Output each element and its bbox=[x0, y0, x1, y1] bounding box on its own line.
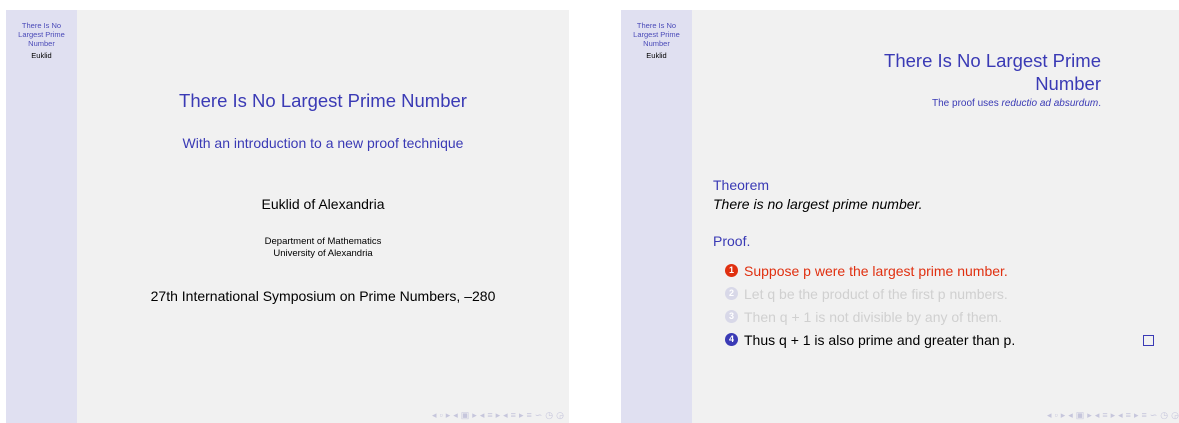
nav-symbol[interactable]: ◂ bbox=[1068, 410, 1074, 420]
proof-step: 4 Thus q + 1 is also prime and greater t… bbox=[725, 328, 1015, 351]
sidebar-author[interactable]: Euklid bbox=[6, 51, 77, 60]
nav-symbol[interactable]: ▣ bbox=[1076, 410, 1086, 420]
nav-symbol[interactable]: ▸ bbox=[496, 410, 502, 420]
navigation-symbols: ◂ ▫ ▸ ◂ ▣ ▸ ◂ ≡ ▸ ◂ ≡ ▸ ≡ ∽ ◷ ◶ bbox=[430, 410, 565, 421]
theorem-label: Theorem bbox=[713, 177, 770, 193]
nav-symbol[interactable]: ◂ bbox=[432, 410, 438, 420]
proof-step: 1 Suppose p were the largest prime numbe… bbox=[725, 259, 1015, 282]
sidebar-title[interactable]: There Is No Largest Prime Number bbox=[621, 21, 692, 48]
step-text: Let q be the product of the first p numb… bbox=[744, 285, 1008, 302]
nav-symbol[interactable]: ≡ bbox=[1102, 410, 1108, 420]
frame-title-box: There Is No Largest Prime Number The pro… bbox=[841, 49, 1101, 109]
nav-symbol[interactable]: ∽ bbox=[535, 410, 544, 420]
nav-symbol[interactable]: ≡ bbox=[487, 410, 493, 420]
nav-symbol[interactable]: ▣ bbox=[461, 410, 471, 420]
nav-symbol[interactable]: ≡ bbox=[511, 410, 517, 420]
frame-subtitle: The proof uses reductio ad absurdum. bbox=[841, 98, 1101, 109]
presentation-date: 27th International Symposium on Prime Nu… bbox=[150, 288, 496, 304]
step-text: Thus q + 1 is also prime and greater tha… bbox=[744, 331, 1016, 348]
nav-symbol[interactable]: ≡ bbox=[1126, 410, 1132, 420]
nav-symbol[interactable]: ▸ bbox=[1134, 410, 1140, 420]
institute-line-2: University of Alexandria bbox=[273, 248, 373, 259]
institute-line-1: Department of Mathematics bbox=[264, 236, 382, 247]
nav-symbol[interactable]: ▸ bbox=[472, 410, 478, 420]
nav-symbol[interactable]: ▸ bbox=[1087, 410, 1093, 420]
nav-symbol[interactable]: ▫ bbox=[440, 410, 444, 420]
subtitle-italic: reductio ad absurdum bbox=[1001, 98, 1099, 109]
nav-symbol[interactable]: ◷ bbox=[1160, 410, 1169, 420]
nav-symbol[interactable]: ▸ bbox=[446, 410, 452, 420]
nav-symbol[interactable]: ◂ bbox=[480, 410, 486, 420]
proof-step: 2 Let q be the product of the first p nu… bbox=[725, 282, 1015, 305]
step-number-badge: 4 bbox=[725, 333, 738, 346]
nav-symbol[interactable]: ◂ bbox=[1095, 410, 1101, 420]
nav-symbol[interactable]: ◷ bbox=[545, 410, 554, 420]
subtitle-suffix: . bbox=[1098, 98, 1101, 109]
qed-symbol bbox=[1143, 335, 1154, 346]
presentation-title: There Is No Largest Prime Number bbox=[179, 90, 467, 111]
proof-step: 3 Then q + 1 is not divisible by any of … bbox=[725, 305, 1015, 328]
subtitle-prefix: The proof uses bbox=[932, 98, 1002, 109]
nav-symbol[interactable]: ∽ bbox=[1150, 410, 1159, 420]
step-number-badge: 1 bbox=[725, 264, 738, 277]
presentation-subtitle: With an introduction to a new proof tech… bbox=[182, 135, 464, 151]
sidebar: There Is No Largest Prime Number Euklid bbox=[621, 10, 692, 423]
step-number-badge: 3 bbox=[725, 310, 738, 323]
step-number-badge: 2 bbox=[725, 287, 738, 300]
nav-symbol[interactable]: ◂ bbox=[453, 410, 459, 420]
nav-symbol[interactable]: ▫ bbox=[1055, 410, 1059, 420]
nav-symbol[interactable]: ▸ bbox=[519, 410, 525, 420]
frame-title: There Is No Largest Prime Number bbox=[841, 49, 1101, 95]
presentation-author: Euklid of Alexandria bbox=[261, 196, 385, 212]
institute: Department of Mathematics University of … bbox=[77, 236, 569, 260]
frame-title-line-1: There Is No Largest Prime bbox=[884, 50, 1101, 71]
nav-symbol[interactable]: ≡ bbox=[526, 410, 532, 420]
nav-symbol[interactable]: ◂ bbox=[1047, 410, 1053, 420]
frame-title-line-2: Number bbox=[1035, 73, 1101, 94]
nav-symbol[interactable]: ▸ bbox=[1061, 410, 1067, 420]
step-text: Suppose p were the largest prime number. bbox=[744, 262, 1008, 279]
title-slide: There Is No Largest Prime Number Euklid … bbox=[6, 10, 569, 423]
theorem-text: There is no largest prime number. bbox=[713, 196, 923, 212]
proof-slide: There Is No Largest Prime Number Euklid … bbox=[621, 10, 1179, 423]
navigation-symbols: ◂ ▫ ▸ ◂ ▣ ▸ ◂ ≡ ▸ ◂ ≡ ▸ ≡ ∽ ◷ ◶ bbox=[1045, 410, 1179, 421]
step-text: Then q + 1 is not divisible by any of th… bbox=[744, 308, 1002, 325]
proof-steps: 1 Suppose p were the largest prime numbe… bbox=[725, 259, 1015, 351]
nav-symbol[interactable]: ◶ bbox=[1171, 410, 1179, 420]
sidebar: There Is No Largest Prime Number Euklid bbox=[6, 10, 77, 423]
nav-symbol[interactable]: ◶ bbox=[556, 410, 565, 420]
sidebar-title[interactable]: There Is No Largest Prime Number bbox=[6, 21, 77, 48]
sidebar-author[interactable]: Euklid bbox=[621, 51, 692, 60]
nav-symbol[interactable]: ◂ bbox=[503, 410, 509, 420]
nav-symbol[interactable]: ≡ bbox=[1141, 410, 1147, 420]
nav-symbol[interactable]: ◂ bbox=[1118, 410, 1124, 420]
proof-label: Proof. bbox=[713, 233, 751, 249]
nav-symbol[interactable]: ▸ bbox=[1111, 410, 1117, 420]
